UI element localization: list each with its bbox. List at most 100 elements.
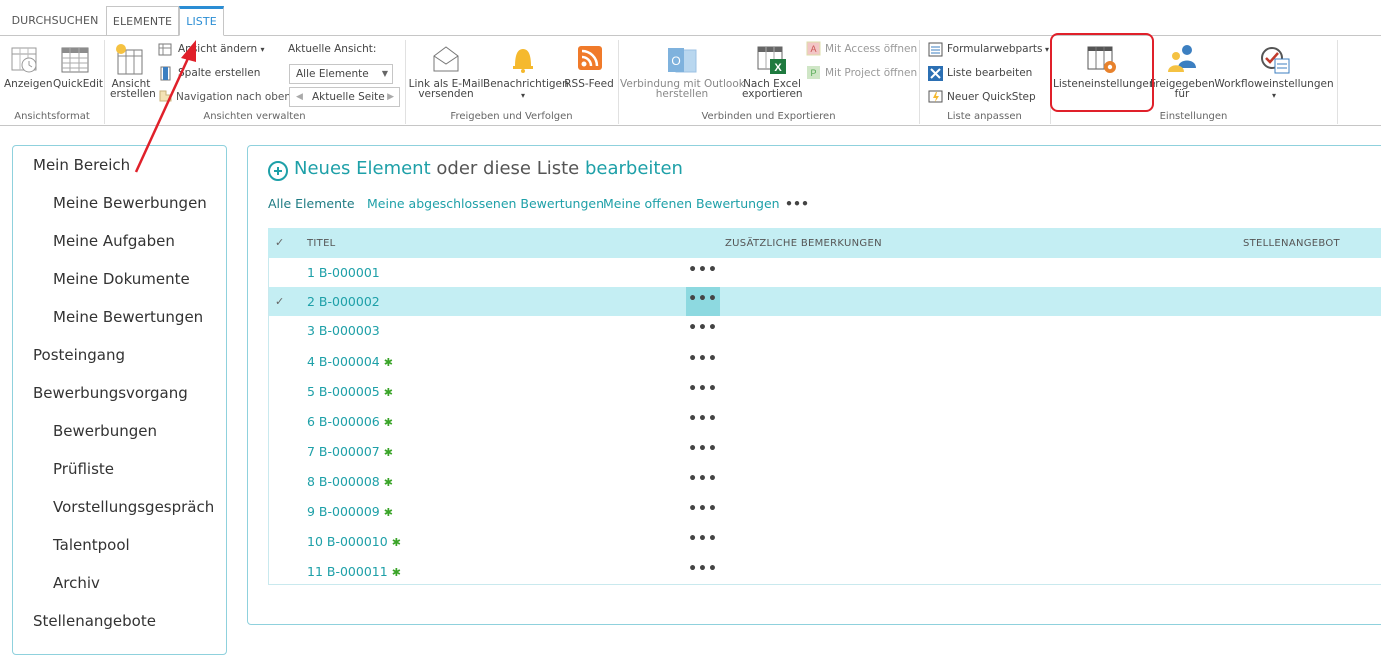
row-title-link[interactable]: 9 B-000009 ✱ [307,504,393,519]
nav-talentpool[interactable]: Talentpool [53,536,130,554]
column-header-titel[interactable]: TITEL [307,238,336,249]
row-title-text[interactable]: 4 B-000004 [307,354,380,369]
outlook-label-2[interactable]: herstellen [620,89,744,100]
view-tab-alle-elemente[interactable]: Alle Elemente [268,196,355,211]
row-title-link[interactable]: 8 B-000008 ✱ [307,474,393,489]
table-row[interactable] [269,407,1381,436]
row-title-link[interactable]: 10 B-000010 ✱ [307,534,401,549]
row-menu-button[interactable]: ••• [686,347,720,376]
row-title-link[interactable]: 5 B-000005 ✱ [307,384,393,399]
table-row[interactable] [269,527,1381,556]
outlook-icon[interactable]: O [666,44,698,76]
edit-list-link[interactable]: bearbeiten [585,158,683,179]
nav-bewerbungsvorgang[interactable]: Bewerbungsvorgang [33,384,188,402]
row-title-link[interactable]: 2 B-000002 [307,294,380,309]
modify-view-icon[interactable] [158,42,173,57]
table-row[interactable] [269,437,1381,466]
rss-feed-label[interactable]: RSS-Feed [563,79,615,90]
row-menu-button[interactable]: ••• [686,258,720,287]
row-title-link[interactable]: 4 B-000004 ✱ [307,354,393,369]
nav-vorstellungsgespraech[interactable]: Vorstellungsgespräch [53,498,214,516]
row-title-text[interactable]: 10 B-000010 [307,534,388,549]
tab-liste[interactable]: LISTE [179,6,224,36]
project-icon[interactable]: P [806,65,821,80]
link-email-label-2[interactable]: versenden [408,89,484,100]
neuer-quickstep-button[interactable]: Neuer QuickStep [947,92,1036,103]
nav-mein-bereich[interactable]: Mein Bereich [33,156,130,174]
table-row[interactable] [269,467,1381,496]
row-title-text[interactable]: 9 B-000009 [307,504,380,519]
row-title-text[interactable]: 3 B-000003 [307,323,380,338]
quickedit-label[interactable]: QuickEdit [53,79,103,90]
nav-pruefliste[interactable]: Prüfliste [53,460,114,478]
mit-project-oeffnen[interactable]: Mit Project öffnen [825,68,917,79]
column-header-bemerkungen[interactable]: ZUSÄTZLICHE BEMERKUNGEN [725,238,882,249]
tab-elemente[interactable]: ELEMENTE [106,6,179,36]
ansicht-aendern-button[interactable]: Ansicht ändern ▾ [178,44,264,55]
edit-list-icon[interactable] [928,66,943,81]
form-webparts-icon[interactable] [928,42,943,57]
tab-durchsuchen[interactable]: DURCHSUCHEN [4,6,106,36]
nav-bewerbungen[interactable]: Bewerbungen [53,422,157,440]
row-title-text[interactable]: 2 B-000002 [307,294,380,309]
rss-icon[interactable] [577,45,603,71]
create-column-icon[interactable] [158,66,173,81]
view-tab-abgeschlossene[interactable]: Meine abgeschlossenen Bewertungen [367,196,604,211]
nav-meine-bewerbungen[interactable]: Meine Bewerbungen [53,194,207,212]
row-title-text[interactable]: 8 B-000008 [307,474,380,489]
excel-label-2[interactable]: exportieren [742,89,803,100]
page-navigation[interactable]: ◀ Aktuelle Seite ▶ [289,87,400,107]
row-title-text[interactable]: 1 B-000001 [307,265,380,280]
row-title-link[interactable]: 7 B-000007 ✱ [307,444,393,459]
row-title-link[interactable]: 11 B-000011 ✱ [307,564,401,579]
quickstep-icon[interactable] [928,89,943,104]
column-header-stellenangebot[interactable]: STELLENANGEBOT [1243,238,1340,249]
nav-meine-aufgaben[interactable]: Meine Aufgaben [53,232,175,250]
row-title-text[interactable]: 6 B-000006 [307,414,380,429]
nav-meine-bewertungen[interactable]: Meine Bewertungen [53,308,203,326]
more-views-button[interactable]: ••• [785,196,809,211]
workfloweinstellungen-button[interactable]: Workfloweinstellungen [1214,79,1334,90]
current-view-select[interactable]: Alle Elemente ▼ [289,64,393,84]
row-title-link[interactable]: 6 B-000006 ✱ [307,414,393,429]
row-menu-button[interactable]: ••• [686,377,720,406]
workflow-settings-icon[interactable] [1258,44,1292,76]
table-row[interactable] [269,258,1381,287]
anzeigen-label[interactable]: Anzeigen [4,79,53,90]
table-row[interactable] [269,377,1381,406]
row-menu-button[interactable]: ••• [686,557,720,586]
table-row[interactable] [269,497,1381,526]
navigation-nach-oben[interactable]: Navigation nach oben [176,92,291,103]
row-menu-button[interactable]: ••• [686,407,720,436]
formularwebparts-button[interactable]: Formularwebparts ▾ [947,44,1049,55]
freigegeben-label-2[interactable]: für [1150,89,1214,100]
spalte-erstellen-button[interactable]: Spalte erstellen [178,68,260,79]
row-title-link[interactable]: 3 B-000003 [307,323,380,338]
new-item-link[interactable]: Neues Element [294,158,431,179]
table-row[interactable] [269,347,1381,376]
nav-meine-dokumente[interactable]: Meine Dokumente [53,270,190,288]
nav-stellenangebote[interactable]: Stellenangebote [33,612,156,630]
row-title-text[interactable]: 5 B-000005 [307,384,380,399]
next-page-icon[interactable]: ▶ [387,88,394,106]
view-tab-offene[interactable]: Meine offenen Bewertungen [603,196,780,211]
row-checkbox[interactable]: ✓ [275,295,284,308]
table-row[interactable] [269,316,1381,345]
excel-icon[interactable]: X [756,44,788,76]
add-icon[interactable] [268,161,288,181]
row-title-text[interactable]: 7 B-000007 [307,444,380,459]
row-menu-button[interactable]: ••• [686,287,720,316]
shared-with-icon[interactable] [1166,42,1200,76]
table-row[interactable] [269,557,1381,586]
row-menu-button[interactable]: ••• [686,527,720,556]
select-all-checkbox[interactable]: ✓ [275,236,284,249]
benachrichtigen-button[interactable]: Benachrichtigen [483,79,569,90]
liste-bearbeiten-button[interactable]: Liste bearbeiten [947,68,1032,79]
quickedit-icon[interactable] [60,45,90,75]
row-menu-button[interactable]: ••• [686,437,720,466]
row-menu-button[interactable]: ••• [686,316,720,345]
nav-archiv[interactable]: Archiv [53,574,100,592]
bell-icon[interactable] [509,44,537,74]
row-title-link[interactable]: 1 B-000001 [307,265,380,280]
table-row[interactable] [269,287,1381,316]
